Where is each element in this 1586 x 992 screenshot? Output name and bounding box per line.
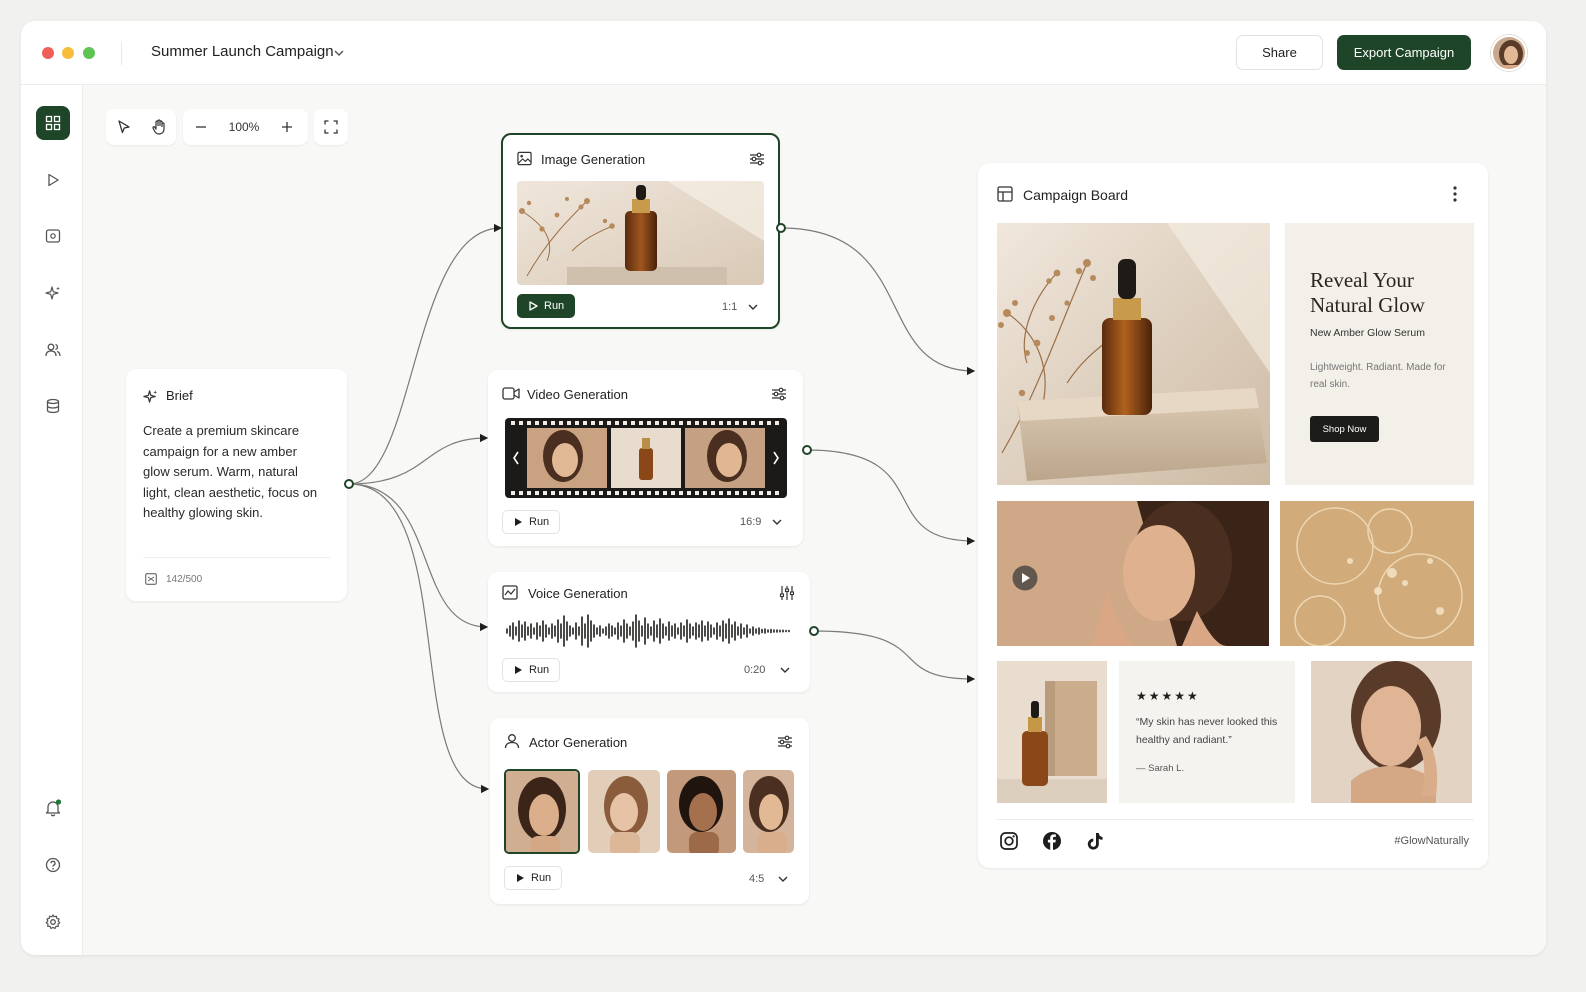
campaign-hashtag: #GlowNaturally bbox=[1394, 835, 1469, 847]
edge-brief-voice bbox=[348, 483, 489, 632]
brief-text[interactable]: Create a premium skincare campaign for a… bbox=[143, 421, 323, 524]
aspect-ratio[interactable]: 16:9 bbox=[740, 516, 761, 528]
tiktok-icon[interactable] bbox=[1085, 831, 1105, 851]
texture-image[interactable] bbox=[1280, 501, 1474, 646]
actor-node-title: Actor Generation bbox=[529, 735, 628, 750]
facebook-icon[interactable] bbox=[1042, 831, 1062, 851]
hero-product-image[interactable] bbox=[997, 223, 1270, 485]
review-quote: “My skin has never looked this healthy a… bbox=[1136, 716, 1278, 746]
instagram-icon[interactable] bbox=[999, 831, 1019, 851]
chevron-down-icon[interactable] bbox=[779, 664, 791, 676]
actor-option[interactable] bbox=[588, 770, 660, 853]
play-icon[interactable] bbox=[1012, 565, 1038, 591]
chevron-down-icon[interactable] bbox=[777, 873, 789, 885]
voice-output-port[interactable] bbox=[809, 626, 819, 636]
play-icon bbox=[517, 874, 524, 882]
image-icon bbox=[517, 151, 532, 166]
hero-subtitle: New Amber Glow Serum bbox=[1310, 327, 1425, 339]
video-node-title: Video Generation bbox=[527, 387, 628, 402]
voice-run-button[interactable]: Run bbox=[502, 658, 561, 682]
campaign-board: Campaign Board Reveal Your Natural Glow … bbox=[978, 163, 1488, 868]
brief-output-port[interactable] bbox=[344, 479, 354, 489]
equalizer-icon[interactable] bbox=[779, 585, 795, 601]
video-filmstrip[interactable] bbox=[505, 418, 787, 498]
play-icon bbox=[529, 301, 538, 311]
testimonial-card: ★★★★★ “My skin has never looked this hea… bbox=[1119, 661, 1295, 803]
generated-image-preview[interactable] bbox=[517, 181, 764, 285]
audio-wave-icon bbox=[502, 585, 518, 600]
packaging-image[interactable] bbox=[997, 661, 1107, 803]
actor-run-button[interactable]: Run bbox=[504, 866, 563, 890]
image-node-title: Image Generation bbox=[541, 152, 646, 167]
play-icon bbox=[515, 518, 522, 526]
edge-brief-image bbox=[348, 223, 503, 485]
settings-sliders-icon[interactable] bbox=[749, 151, 765, 167]
character-count: 142/500 bbox=[166, 574, 203, 585]
app-window: Summer Launch Campaign Share Export Camp… bbox=[21, 21, 1546, 955]
sparkle-icon bbox=[143, 390, 158, 403]
hero-heading: Reveal Your Natural Glow bbox=[1310, 268, 1425, 317]
hero-description: Lightweight. Radiant. Made for real skin… bbox=[1310, 362, 1446, 390]
run-label: Run bbox=[529, 664, 550, 676]
video-output-port[interactable] bbox=[802, 445, 812, 455]
actor-generation-node[interactable]: Actor Generation Run 4:5 bbox=[490, 718, 809, 904]
actor-option-selected[interactable] bbox=[504, 769, 580, 854]
review-author: — Sarah L. bbox=[1136, 763, 1185, 774]
play-icon bbox=[515, 666, 522, 674]
run-label: Run bbox=[544, 300, 565, 312]
video-camera-icon bbox=[502, 387, 520, 400]
character-count-icon bbox=[145, 573, 157, 585]
shop-now-button[interactable]: Shop Now bbox=[1310, 416, 1379, 442]
brief-node[interactable]: Brief Create a premium skincare campaign… bbox=[126, 369, 347, 601]
voice-generation-node[interactable]: Voice Generation Run 0:20 bbox=[488, 572, 810, 692]
voice-waveform[interactable] bbox=[505, 612, 793, 650]
user-icon bbox=[504, 734, 520, 749]
board-title: Campaign Board bbox=[1023, 187, 1129, 203]
chevron-down-icon[interactable] bbox=[747, 301, 759, 313]
video-run-button[interactable]: Run bbox=[502, 510, 561, 534]
brief-title: Brief bbox=[166, 388, 193, 403]
edge-video-board bbox=[806, 449, 976, 546]
run-label: Run bbox=[531, 872, 552, 884]
voice-node-title: Voice Generation bbox=[528, 586, 628, 601]
layout-board-icon bbox=[997, 186, 1013, 202]
rating-stars: ★★★★★ bbox=[1136, 689, 1200, 703]
run-label: Run bbox=[529, 516, 550, 528]
edge-image-board bbox=[780, 227, 976, 376]
divider bbox=[143, 557, 330, 558]
aspect-ratio[interactable]: 1:1 bbox=[722, 301, 737, 313]
voice-duration[interactable]: 0:20 bbox=[744, 664, 765, 676]
actor-option[interactable] bbox=[667, 770, 736, 853]
model-portrait[interactable] bbox=[1311, 661, 1472, 803]
video-tile[interactable] bbox=[997, 501, 1269, 646]
edge-voice-board bbox=[813, 630, 976, 684]
chevron-down-icon[interactable] bbox=[771, 516, 783, 528]
edge-brief-actor bbox=[348, 483, 490, 794]
aspect-ratio[interactable]: 4:5 bbox=[749, 873, 764, 885]
settings-sliders-icon[interactable] bbox=[771, 386, 787, 402]
settings-sliders-icon[interactable] bbox=[777, 734, 793, 750]
hero-copy-panel: Reveal Your Natural Glow New Amber Glow … bbox=[1285, 223, 1474, 485]
divider bbox=[997, 819, 1474, 820]
edge-brief-video bbox=[348, 433, 489, 485]
image-run-button[interactable]: Run bbox=[517, 294, 576, 318]
more-options-icon[interactable] bbox=[1452, 185, 1458, 203]
actor-option[interactable] bbox=[743, 770, 794, 853]
video-generation-node[interactable]: Video Generation Run 16:9 bbox=[488, 370, 803, 546]
image-output-port[interactable] bbox=[776, 223, 786, 233]
image-generation-node[interactable]: Image Generation Run 1:1 bbox=[501, 133, 780, 329]
